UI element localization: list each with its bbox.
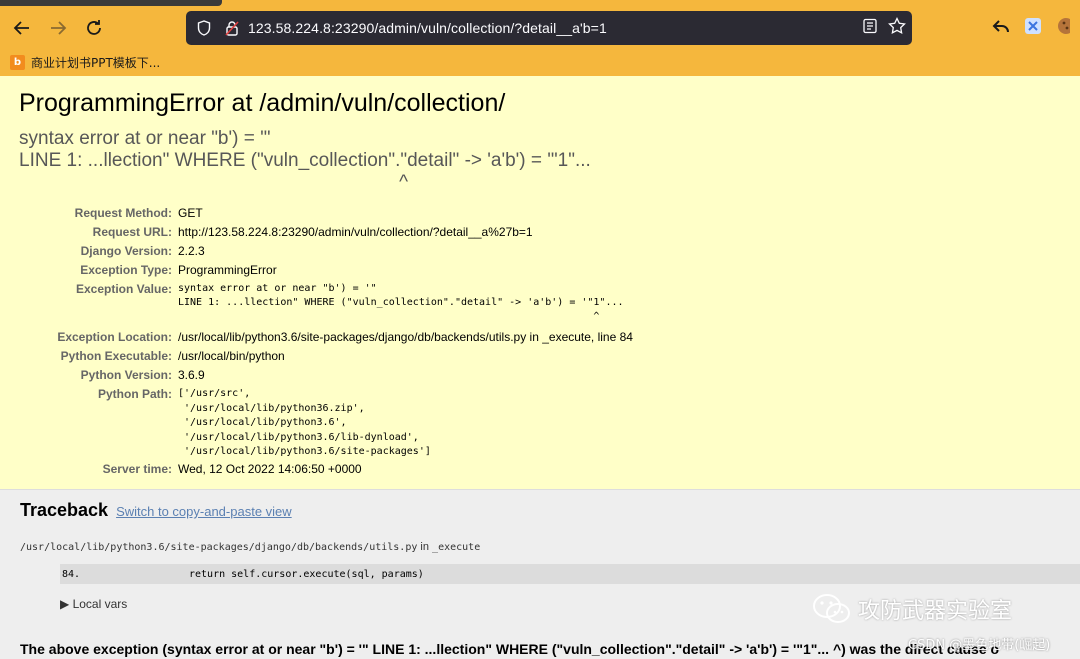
forward-button[interactable] bbox=[40, 11, 76, 45]
meta-label: Exception Location: bbox=[57, 330, 172, 344]
meta-value: 3.6.9 bbox=[178, 368, 205, 382]
meta-value: syntax error at or near "b') = '" LINE 1… bbox=[178, 283, 624, 322]
meta-value: ['/usr/src', '/usr/local/lib/python36.zi… bbox=[178, 388, 431, 457]
frame-in-text: in bbox=[417, 541, 433, 553]
line-number: 84. bbox=[62, 568, 81, 580]
meta-label: Python Path: bbox=[98, 387, 172, 401]
bookmark-item[interactable]: b 商业计划书PPT模板下... bbox=[10, 52, 160, 72]
arrow-right-icon bbox=[51, 21, 67, 35]
local-vars-toggle[interactable]: ▶ Local vars bbox=[60, 597, 127, 611]
insecure-lock-icon[interactable] bbox=[218, 20, 246, 36]
meta-label: Request Method: bbox=[74, 206, 172, 220]
above-exception-text: The above exception (syntax error at or … bbox=[20, 641, 1000, 657]
frame-function: _execute bbox=[432, 542, 481, 553]
traceback-header: Traceback Switch to copy-and-paste view bbox=[20, 500, 292, 521]
back-button[interactable] bbox=[4, 11, 40, 45]
meta-row: Exception Type: ProgrammingError bbox=[44, 261, 633, 280]
cookie-extension-icon[interactable] bbox=[1056, 17, 1074, 40]
traceback-heading: Traceback bbox=[20, 500, 109, 520]
page-title: ProgrammingError at /admin/vuln/collecti… bbox=[19, 89, 506, 117]
toolbar-extensions bbox=[992, 11, 1074, 45]
meta-value: Wed, 12 Oct 2022 14:06:50 +0000 bbox=[178, 461, 362, 476]
undo-icon[interactable] bbox=[992, 17, 1010, 40]
frame-file-path: /usr/local/lib/python3.6/site-packages/d… bbox=[20, 542, 418, 553]
bookmark-star-icon[interactable] bbox=[888, 16, 906, 40]
meta-label: Django Version: bbox=[80, 244, 172, 258]
line-code: return self.cursor.execute(sql, params) bbox=[189, 568, 424, 580]
url-text[interactable]: 123.58.224.8:23290/admin/vuln/collection… bbox=[248, 20, 607, 36]
wechat-logo-icon bbox=[813, 594, 850, 623]
browser-chrome: 123.58.224.8:23290/admin/vuln/collection… bbox=[0, 0, 1080, 76]
meta-label: Exception Value: bbox=[75, 282, 172, 296]
frame-filename: /usr/local/lib/python3.6/site-packages/d… bbox=[20, 541, 480, 553]
meta-value: http://123.58.224.8:23290/admin/vuln/col… bbox=[178, 225, 533, 239]
meta-label: Server time: bbox=[102, 461, 172, 476]
switch-view-link[interactable]: Switch to copy-and-paste view bbox=[116, 504, 292, 519]
meta-label: Python Version: bbox=[80, 368, 172, 382]
watermark-text: 攻防武器实验室 bbox=[858, 599, 1013, 624]
request-meta-table: Request Method: GET Request URL: http://123… bbox=[44, 204, 633, 479]
wechat-watermark: 攻防武器实验室 bbox=[812, 592, 1012, 626]
meta-value: /usr/local/lib/python3.6/site-packages/d… bbox=[178, 330, 633, 344]
meta-row: Server time: Wed, 12 Oct 2022 14:06:50 +0… bbox=[44, 460, 633, 479]
address-bar[interactable]: 123.58.224.8:23290/admin/vuln/collection… bbox=[186, 11, 912, 45]
meta-value: 2.2.3 bbox=[178, 244, 205, 258]
meta-row: Python Version: 3.6.9 bbox=[44, 366, 633, 385]
arrow-left-icon bbox=[13, 21, 29, 35]
csdn-watermark: CSDN @墨色地带(崛起) bbox=[908, 638, 1051, 653]
meta-label: Python Executable: bbox=[60, 349, 172, 363]
meta-label: Request URL: bbox=[92, 225, 172, 239]
shield-icon[interactable] bbox=[190, 20, 218, 36]
reload-icon bbox=[87, 20, 101, 35]
meta-row: Django Version: 2.2.3 bbox=[44, 242, 633, 261]
context-line[interactable]: 84. return self.cursor.execute(sql, para… bbox=[60, 564, 1080, 584]
error-summary: ProgrammingError at /admin/vuln/collecti… bbox=[0, 76, 1080, 490]
reload-button[interactable] bbox=[76, 11, 112, 45]
meta-row: Request URL: http://123.58.224.8:23290/ad… bbox=[44, 223, 633, 242]
meta-row: Request Method: GET bbox=[44, 204, 633, 223]
meta-value: ProgrammingError bbox=[178, 263, 277, 277]
meta-row: Python Executable: /usr/local/bin/python bbox=[44, 347, 633, 366]
meta-row: Exception Value: syntax error at or near … bbox=[44, 280, 633, 328]
active-tab[interactable] bbox=[0, 0, 222, 6]
meta-row: Python Path: ['/usr/src', '/usr/local/lib… bbox=[44, 385, 633, 460]
meta-value: /usr/local/bin/python bbox=[178, 349, 285, 363]
exception-value-heading: syntax error at or near "b') = '" LINE 1… bbox=[19, 128, 591, 193]
meta-value: GET bbox=[178, 206, 203, 220]
extension-icon[interactable] bbox=[1024, 17, 1042, 40]
browser-toolbar: 123.58.224.8:23290/admin/vuln/collection… bbox=[0, 11, 1080, 45]
reader-view-icon[interactable] bbox=[862, 18, 878, 39]
meta-label: Exception Type: bbox=[80, 263, 172, 277]
bookmark-favicon-icon: b bbox=[10, 54, 25, 70]
meta-row: Exception Location: /usr/local/lib/python… bbox=[44, 328, 633, 347]
bookmark-label: 商业计划书PPT模板下... bbox=[31, 55, 161, 70]
